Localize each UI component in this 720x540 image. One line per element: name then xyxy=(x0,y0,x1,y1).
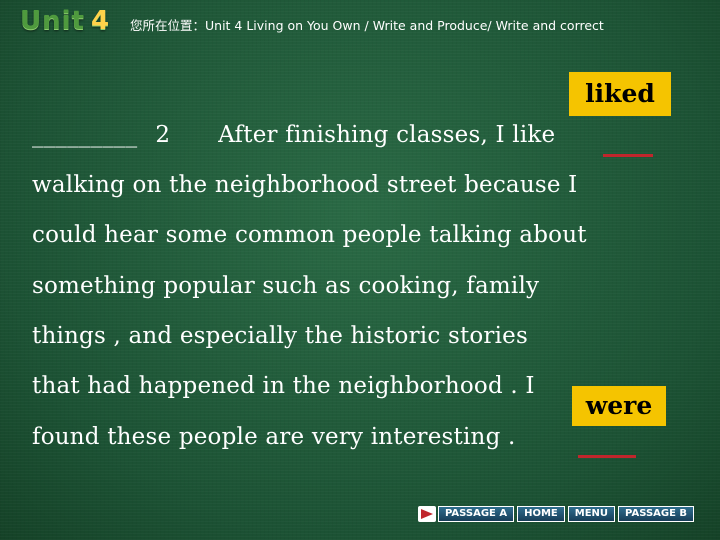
error-underline-had xyxy=(578,455,636,458)
correction-box-were: were xyxy=(572,386,666,426)
text-line-5: things , and especially the historic sto… xyxy=(32,323,529,349)
question-number: 2 xyxy=(155,122,171,148)
unit-logo-number: 4 xyxy=(90,6,111,36)
line-text: After finishing classes, I like xyxy=(218,122,556,148)
passage-a-button[interactable]: PASSAGE A xyxy=(438,506,515,522)
correction-word: were xyxy=(585,391,653,420)
text-line-3: could hear some common people talking ab… xyxy=(32,222,587,248)
text-line-2: walking on the neighborhood street becau… xyxy=(32,172,578,198)
text-line-6: that had happened in the neighborhood . … xyxy=(32,373,535,399)
correction-word: liked xyxy=(585,79,655,108)
unit-logo: Unit 4 xyxy=(20,6,110,36)
arrow-right-icon xyxy=(421,509,433,519)
text-line-4: something popular such as cooking, famil… xyxy=(32,273,540,299)
menu-button[interactable]: MENU xyxy=(567,506,616,522)
passage-b-button[interactable]: PASSAGE B xyxy=(618,506,695,522)
breadcrumb: 您所在位置：Unit 4 Living on You Own / Write a… xyxy=(130,18,604,33)
home-button[interactable]: HOME xyxy=(517,506,565,522)
answer-blank: _________ xyxy=(32,122,138,148)
correction-box-liked: liked xyxy=(569,72,671,116)
header-bar: Unit 4 您所在位置：Unit 4 Living on You Own / W… xyxy=(0,0,720,46)
text-line-1: _________ 2 After finishing classes, I lik… xyxy=(32,122,555,148)
unit-logo-word: Unit xyxy=(20,6,85,36)
play-arrow-icon[interactable] xyxy=(418,506,436,522)
nav-bar: PASSAGE A HOME MENU PASSAGE B xyxy=(418,505,697,523)
text-line-7: found these people are very interesting … xyxy=(32,424,516,450)
error-underline-like xyxy=(603,154,653,157)
